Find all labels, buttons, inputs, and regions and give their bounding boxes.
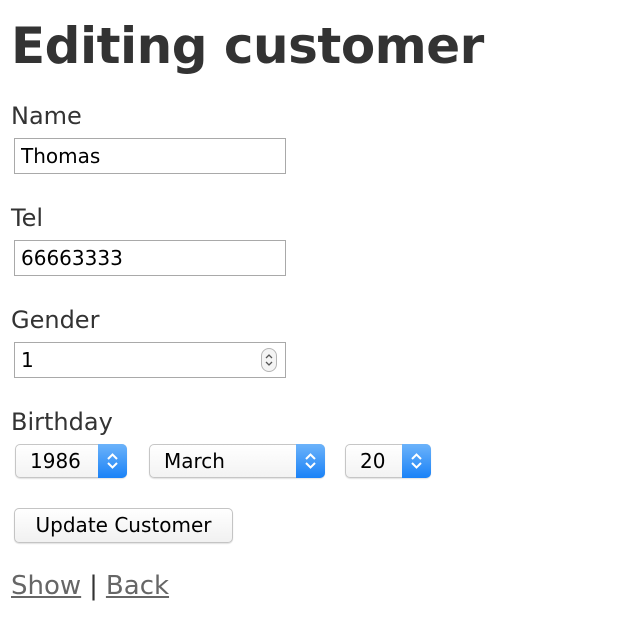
birthday-day-value: 20 [360, 449, 386, 473]
up-down-stepper-icon[interactable] [261, 348, 277, 372]
birthday-day-select[interactable]: 20 [345, 444, 431, 478]
page-title: Editing customer [11, 17, 484, 75]
birthday-label: Birthday [11, 408, 113, 436]
footer-links: Show | Back [11, 570, 169, 602]
link-separator: | [89, 571, 98, 601]
back-link[interactable]: Back [106, 571, 169, 601]
birthday-month-value: March [164, 449, 225, 473]
update-customer-button[interactable]: Update Customer [14, 508, 233, 543]
name-input[interactable] [14, 138, 286, 174]
chevron-up-down-icon [296, 444, 325, 478]
name-label: Name [11, 102, 82, 130]
show-link[interactable]: Show [11, 571, 81, 601]
tel-label: Tel [11, 204, 44, 232]
gender-number-input[interactable]: 1 [14, 342, 286, 378]
tel-input[interactable] [14, 240, 286, 276]
birthday-month-select[interactable]: March [149, 444, 325, 478]
gender-value: 1 [21, 348, 34, 372]
gender-label: Gender [11, 306, 100, 334]
chevron-up-down-icon [98, 444, 127, 478]
birthday-year-select[interactable]: 1986 [15, 444, 127, 478]
chevron-up-down-icon [402, 444, 431, 478]
birthday-year-value: 1986 [30, 449, 81, 473]
